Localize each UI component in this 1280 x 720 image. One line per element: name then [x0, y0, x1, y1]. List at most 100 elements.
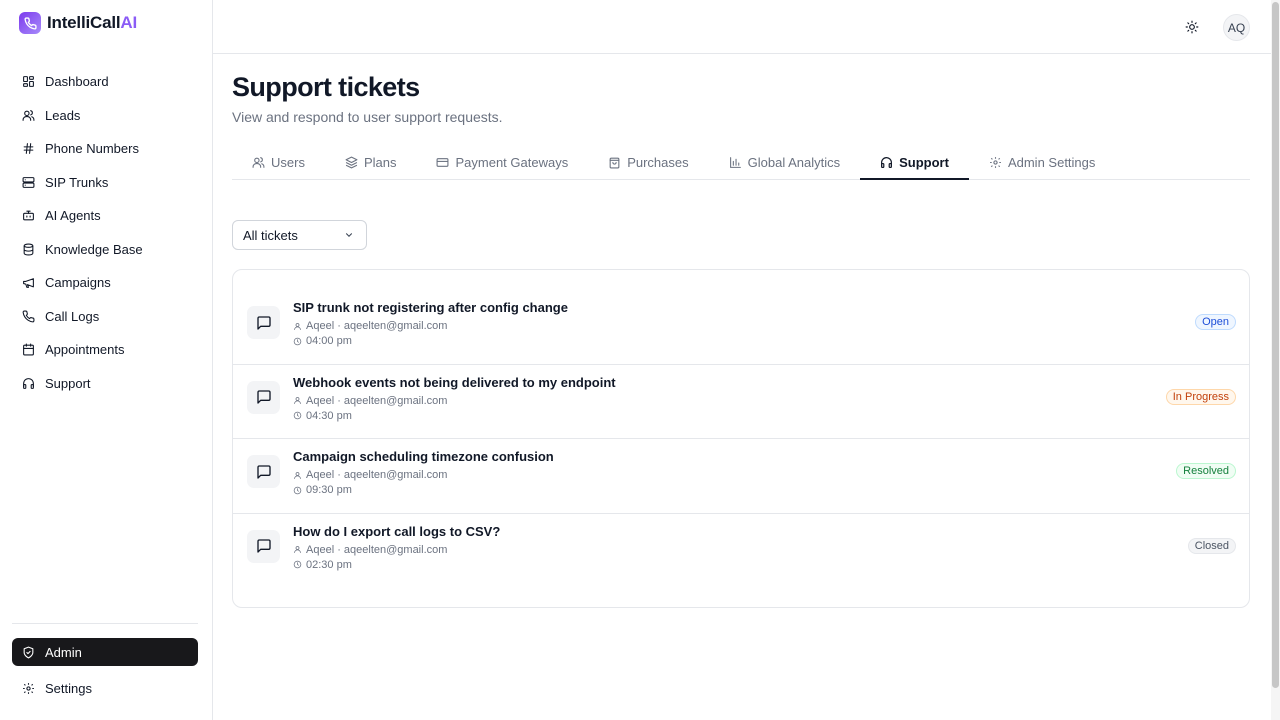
page-scrollbar[interactable]	[1271, 0, 1280, 720]
status-badge: Resolved	[1176, 463, 1236, 479]
shield-icon	[23, 646, 34, 658]
sidebar-item-dashboard[interactable]: Dashboard	[12, 65, 200, 99]
tab-users[interactable]: Users	[232, 146, 325, 179]
users-icon	[22, 109, 35, 121]
sidebar-item-leads[interactable]: Leads	[12, 99, 200, 133]
sidebar-item-knowledge-base[interactable]: Knowledge Base	[12, 233, 200, 267]
page-title: Support tickets	[232, 72, 420, 102]
chevron-down-icon	[345, 233, 353, 237]
clock-icon	[293, 337, 302, 345]
sidebar: IntelliCallAI Dashboard Leads Phone Numb…	[0, 0, 213, 720]
tab-purchases[interactable]: Purchases	[588, 146, 708, 179]
filter-selected-value: All tickets	[243, 227, 298, 243]
ticket-row[interactable]: Webhook events not being delivered to my…	[233, 365, 1249, 439]
sidebar-item-appointments[interactable]: Appointments	[12, 333, 200, 367]
ticket-row[interactable]: How do I export call logs to CSV? Aqeel …	[233, 514, 1249, 589]
top-bar: AQ	[213, 0, 1271, 54]
sidebar-item-label: Call Logs	[45, 308, 100, 324]
message-square-icon	[247, 380, 280, 414]
ticket-row[interactable]: SIP trunk not registering after config c…	[233, 290, 1249, 365]
shopping-bag-icon	[609, 157, 620, 169]
sidebar-item-call-logs[interactable]: Call Logs	[12, 300, 200, 334]
sidebar-item-label: Dashboard	[45, 74, 109, 90]
sidebar-item-label: Campaigns	[45, 275, 111, 291]
tab-payment-gateways[interactable]: Payment Gateways	[416, 146, 588, 179]
brand-logo[interactable]: IntelliCallAI	[19, 12, 137, 34]
tab-label: Plans	[363, 155, 397, 170]
sidebar-nav: Dashboard Leads Phone Numbers SIP Trunks…	[12, 65, 200, 400]
user-icon	[294, 546, 301, 553]
tab-plans[interactable]: Plans	[325, 146, 417, 179]
database-icon	[23, 243, 34, 256]
sidebar-item-sip-trunks[interactable]: SIP Trunks	[12, 166, 200, 200]
tab-label: Users	[271, 155, 305, 170]
sidebar-item-label: Appointments	[45, 342, 125, 358]
tab-global-analytics[interactable]: Global Analytics	[709, 146, 861, 179]
tab-label: Admin Settings	[1007, 155, 1096, 170]
sidebar-item-label: Knowledge Base	[45, 241, 143, 257]
message-square-icon	[247, 529, 280, 563]
phone-logo-icon	[19, 12, 41, 34]
users-icon	[252, 157, 265, 168]
clock-icon	[293, 486, 302, 494]
layers-icon	[345, 156, 358, 169]
megaphone-icon	[23, 278, 34, 289]
sidebar-item-campaigns[interactable]: Campaigns	[12, 266, 200, 300]
calendar-icon	[23, 343, 34, 356]
sidebar-item-label: Settings	[45, 681, 92, 697]
sidebar-divider	[12, 623, 198, 624]
page-subtitle: View and respond to user support request…	[232, 109, 503, 125]
user-icon	[294, 471, 301, 479]
ticket-time: 04:30 pm	[293, 410, 352, 422]
ticket-time: 09:30 pm	[293, 484, 352, 496]
headphones-icon	[23, 377, 34, 389]
ticket-row[interactable]: Campaign scheduling timezone confusion A…	[233, 439, 1249, 514]
tab-label: Purchases	[627, 155, 689, 170]
credit-card-icon	[437, 158, 449, 167]
theme-toggle-button[interactable]	[1184, 19, 1200, 35]
sidebar-item-label: Phone Numbers	[45, 141, 139, 157]
sun-icon	[1185, 20, 1199, 34]
sidebar-item-label: Support	[45, 375, 91, 391]
ticket-time: 02:30 pm	[293, 559, 352, 571]
ticket-user: Aqeel · aqeelten@gmail.com	[293, 395, 447, 407]
status-badge: Open	[1195, 314, 1236, 330]
status-badge: Closed	[1187, 537, 1236, 554]
message-square-icon	[247, 455, 280, 488]
scrollbar-thumb[interactable]	[1272, 2, 1279, 688]
ticket-time: 04:00 pm	[293, 335, 352, 347]
tab-support[interactable]: Support	[860, 146, 969, 180]
clock-icon	[293, 411, 302, 420]
user-icon	[294, 397, 301, 404]
sidebar-item-support[interactable]: Support	[12, 367, 200, 401]
tab-admin-settings[interactable]: Admin Settings	[969, 146, 1115, 179]
ticket-subject: SIP trunk not registering after config c…	[293, 300, 568, 315]
gear-icon	[23, 683, 34, 695]
sidebar-item-phone-numbers[interactable]: Phone Numbers	[12, 132, 200, 166]
admin-tabs: Users Plans Payment Gateways Purchases G…	[232, 146, 1250, 180]
sidebar-item-admin[interactable]: Admin	[12, 638, 198, 666]
dashboard-icon	[23, 76, 34, 88]
sidebar-item-label: Admin	[45, 644, 82, 660]
ticket-subject: Webhook events not being delivered to my…	[293, 374, 616, 390]
ticket-subject: Campaign scheduling timezone confusion	[293, 449, 554, 464]
headphones-icon	[881, 156, 893, 168]
ticket-user: Aqeel · aqeelten@gmail.com	[293, 469, 447, 481]
message-square-icon	[247, 306, 280, 339]
sidebar-bottom-nav: Admin Settings	[12, 638, 198, 706]
ticket-status-filter[interactable]: All tickets	[232, 220, 367, 250]
ticket-user: Aqeel · aqeelten@gmail.com	[293, 544, 447, 556]
server-icon	[22, 176, 35, 188]
sidebar-item-label: SIP Trunks	[45, 174, 109, 190]
brand-name: IntelliCallAI	[47, 13, 137, 32]
user-icon	[294, 322, 301, 330]
sidebar-item-settings[interactable]: Settings	[12, 672, 198, 706]
avatar[interactable]: AQ	[1223, 14, 1250, 41]
hash-icon	[23, 143, 34, 155]
sidebar-item-ai-agents[interactable]: AI Agents	[12, 199, 200, 233]
sidebar-item-label: AI Agents	[45, 208, 101, 224]
status-badge: In Progress	[1165, 388, 1236, 405]
tab-label: Support	[899, 154, 949, 170]
phone-icon	[22, 310, 35, 323]
gear-icon	[990, 157, 1001, 168]
